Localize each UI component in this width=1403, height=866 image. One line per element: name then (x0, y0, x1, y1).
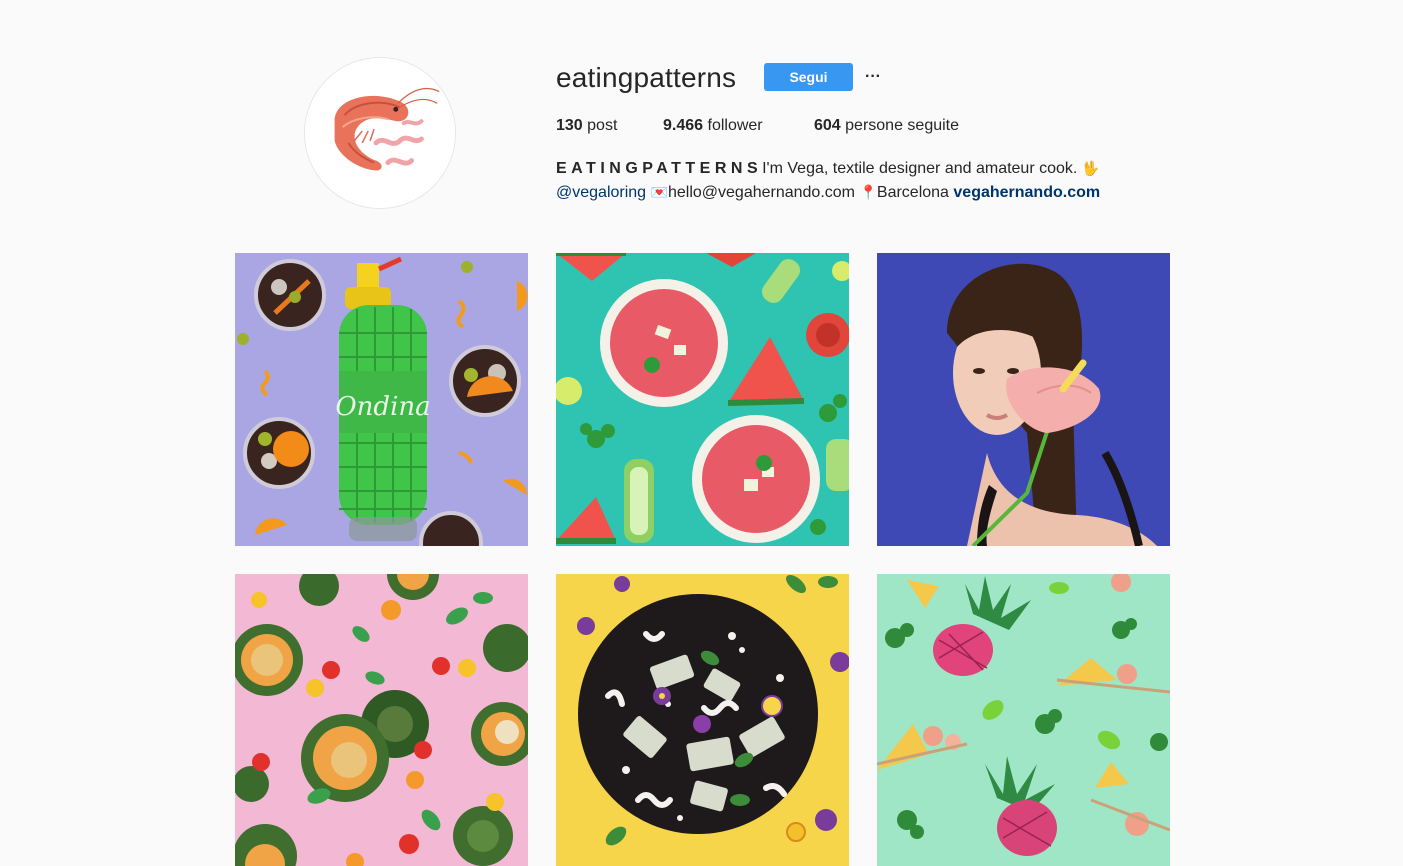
bio-name: EATINGPATTERNS (556, 160, 763, 177)
posts-count: 130 (556, 117, 583, 134)
bio-mention-link[interactable]: @vegaloring (556, 184, 646, 201)
profile-page: eatingpatterns Segui ··· 130 post 9.466 … (0, 0, 1403, 866)
bio-location: Barcelona (876, 184, 949, 201)
stuffed-zucchini-pink-image (235, 574, 528, 866)
more-options-icon[interactable]: ··· (862, 64, 884, 90)
post-tile-4[interactable] (235, 574, 528, 866)
soda-siphon-vermouth-image: Ondina (235, 253, 528, 546)
bio-email: hello@vegahernando.com (667, 184, 855, 201)
shrimp-avatar-image (305, 58, 455, 208)
following-count: 604 (814, 117, 841, 134)
stat-followers[interactable]: 9.466 follower (663, 116, 763, 136)
post-tile-1[interactable]: Ondina (235, 253, 528, 546)
username: eatingpatterns (556, 62, 737, 93)
stat-posts: 130 post (556, 116, 617, 136)
post-tile-3[interactable] (877, 253, 1170, 546)
gazpacho-watermelon-image (556, 253, 849, 546)
woman-anthurium-portrait-image (877, 253, 1170, 546)
black-plate-flowers-image (556, 574, 849, 866)
followers-label: follower (707, 117, 763, 134)
hand-emoji-icon: 🖖 (1081, 160, 1100, 176)
pin-emoji-icon: 📍 (859, 184, 877, 200)
bio-line-1: EATINGPATTERNSI'm Vega, textile designer… (556, 156, 1100, 180)
post-tile-6[interactable] (877, 574, 1170, 866)
follow-button[interactable]: Segui (764, 63, 853, 91)
stat-following[interactable]: 604 persone seguite (814, 116, 959, 136)
pineapple-skewers-mint-image (877, 574, 1170, 866)
followers-count: 9.466 (663, 117, 704, 134)
post-tile-2[interactable] (556, 253, 849, 546)
profile-avatar[interactable] (304, 57, 456, 209)
svg-text:Ondina: Ondina (335, 392, 430, 422)
bio-website-link[interactable]: vegahernando.com (953, 184, 1100, 201)
post-tile-5[interactable] (556, 574, 849, 866)
posts-label: post (587, 117, 618, 134)
mail-emoji-icon: 💌 (650, 184, 668, 200)
bio-text: I'm Vega, textile designer and amateur c… (762, 160, 1078, 177)
following-label: persone seguite (845, 117, 960, 134)
bio-line-2: @vegaloring 💌hello@vegahernando.com 📍Bar… (556, 180, 1100, 204)
profile-bio: EATINGPATTERNSI'm Vega, textile designer… (556, 156, 1100, 204)
